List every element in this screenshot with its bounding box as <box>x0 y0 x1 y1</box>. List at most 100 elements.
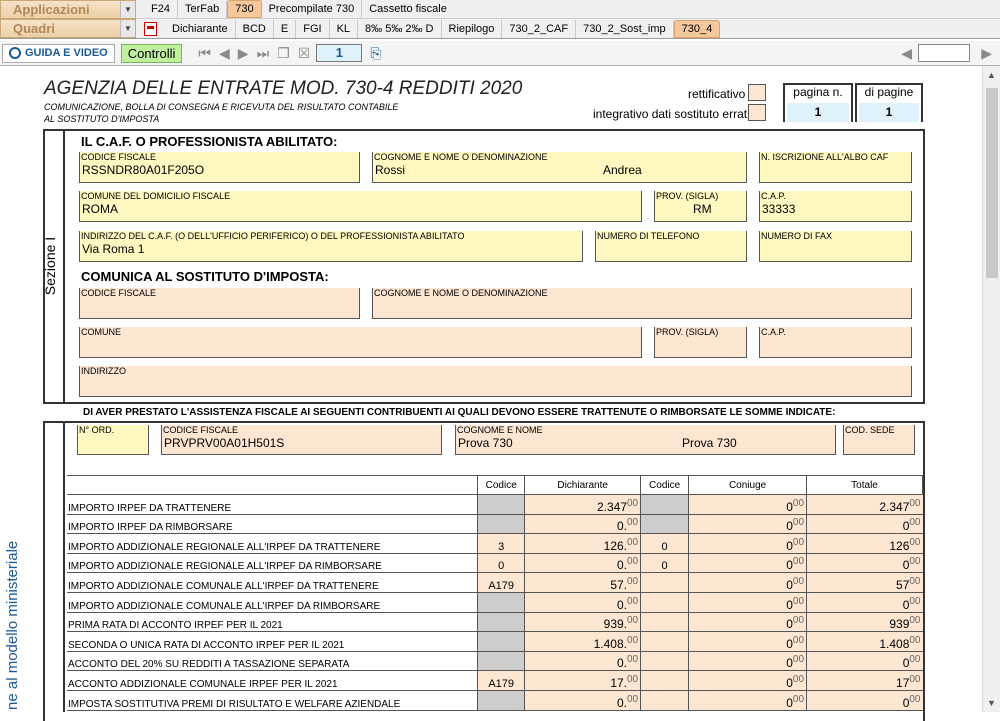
copy-page-icon[interactable]: ❐ <box>277 45 290 62</box>
sost-cf-field[interactable]: CODICE FISCALE <box>79 288 360 319</box>
codice-dichiarante-cell[interactable]: A179 <box>477 670 525 691</box>
totale-amount-cell[interactable]: 000 <box>806 690 923 711</box>
totale-amount-cell[interactable]: 1700 <box>806 670 923 691</box>
tab-e[interactable]: E <box>274 19 297 38</box>
codice-dichiarante-cell[interactable] <box>477 690 525 711</box>
coniuge-amount-cell[interactable]: 000 <box>688 651 807 672</box>
coniuge-amount-cell[interactable]: 000 <box>688 572 807 593</box>
tab-terfab[interactable]: TerFab <box>178 0 228 18</box>
codice-dichiarante-cell[interactable] <box>477 612 525 633</box>
pagina-value[interactable]: 1 <box>787 103 849 122</box>
codice-dichiarante-cell[interactable] <box>477 592 525 613</box>
codice-coniuge-cell[interactable] <box>640 651 689 672</box>
rettificativo-checkbox[interactable] <box>748 84 766 101</box>
dichiarante-amount-cell[interactable]: 0.00 <box>524 553 641 574</box>
sost-cap-field[interactable]: C.A.P. <box>759 327 912 358</box>
tab-fgi[interactable]: FGI <box>296 19 330 38</box>
totale-amount-cell[interactable]: 000 <box>806 592 923 613</box>
scroll-right-icon[interactable]: ▶ <box>981 45 992 62</box>
codice-dichiarante-cell[interactable] <box>477 514 525 535</box>
tab-f24[interactable]: F24 <box>144 0 178 18</box>
tab-riepilogo[interactable]: Riepilogo <box>442 19 503 38</box>
prev-page-icon[interactable]: ◀ <box>219 45 230 62</box>
dichiarante-amount-cell[interactable]: 0.00 <box>524 514 641 535</box>
next-page-icon[interactable]: ▶ <box>238 45 249 62</box>
coniuge-amount-cell[interactable]: 000 <box>688 494 807 515</box>
codice-coniuge-cell[interactable]: 0 <box>640 533 689 554</box>
caf-cap-field[interactable]: C.A.P. 33333 <box>759 191 912 222</box>
codice-dichiarante-cell[interactable]: A179 <box>477 572 525 593</box>
dichiarante-amount-cell[interactable]: 939.00 <box>524 612 641 633</box>
caf-prov-field[interactable]: PROV. (SIGLA) RM <box>654 191 747 222</box>
dichiarante-amount-cell[interactable]: 57.00 <box>524 572 641 593</box>
tab-730-2-caf[interactable]: 730_2_CAF <box>502 19 577 38</box>
tab-730-4[interactable]: 730_4 <box>673 19 721 38</box>
codice-coniuge-cell[interactable] <box>640 631 689 652</box>
coniuge-amount-cell[interactable]: 000 <box>688 690 807 711</box>
dichiarante-amount-cell[interactable]: 0.00 <box>524 690 641 711</box>
codice-coniuge-cell[interactable] <box>640 494 689 515</box>
tab-730-2-sost[interactable]: 730_2_Sost_imp <box>576 19 674 38</box>
integrativo-checkbox[interactable] <box>748 104 766 121</box>
sost-nome-field[interactable]: COGNOME E NOME O DENOMINAZIONE <box>372 288 912 319</box>
coniuge-amount-cell[interactable]: 000 <box>688 553 807 574</box>
quadri-menu[interactable]: Quadri ▼ <box>0 19 136 38</box>
last-page-icon[interactable]: ⏭ <box>257 45 270 62</box>
codice-coniuge-cell[interactable] <box>640 514 689 535</box>
contrib-cf-field[interactable]: CODICE FISCALE PRVPRV00A01H501S <box>161 425 442 455</box>
scroll-left-icon[interactable]: ◀ <box>901 45 912 62</box>
codice-coniuge-cell[interactable] <box>640 612 689 633</box>
applicazioni-menu[interactable]: Applicazioni ▼ <box>0 0 136 19</box>
caf-fax-field[interactable]: NUMERO DI FAX <box>759 231 912 262</box>
tab-bcd[interactable]: BCD <box>236 19 274 38</box>
codice-coniuge-cell[interactable] <box>640 670 689 691</box>
sost-prov-field[interactable]: PROV. (SIGLA) <box>654 327 747 358</box>
horizontal-scroll-box[interactable] <box>918 44 970 62</box>
codice-dichiarante-cell[interactable] <box>477 651 525 672</box>
codice-coniuge-cell[interactable]: 0 <box>640 553 689 574</box>
dichiarante-amount-cell[interactable]: 0.00 <box>524 651 641 672</box>
goto-page-icon[interactable]: ⎘ <box>370 45 381 62</box>
caf-cf-field[interactable]: CODICE FISCALE RSSNDR80A01F205O <box>79 152 360 183</box>
caf-nome-field[interactable]: COGNOME E NOME O DENOMINAZIONE Rossi Andre… <box>372 152 747 183</box>
page-number-input[interactable]: 1 <box>316 44 363 62</box>
nord-field[interactable]: N° ORD. <box>77 425 149 455</box>
contrib-nome-field[interactable]: COGNOME E NOME Prova 730 Prova 730 <box>455 425 836 455</box>
totale-amount-cell[interactable]: 2.34700 <box>806 494 923 515</box>
coniuge-amount-cell[interactable]: 000 <box>688 631 807 652</box>
totale-amount-cell[interactable]: 12600 <box>806 533 923 554</box>
caf-albo-field[interactable]: N. ISCRIZIONE ALL'ALBO CAF <box>759 152 912 183</box>
chevron-down-icon[interactable]: ▼ <box>120 20 135 37</box>
totale-amount-cell[interactable]: 1.40800 <box>806 631 923 652</box>
codice-dichiarante-cell[interactable]: 3 <box>477 533 525 554</box>
delete-page-icon[interactable]: ☒ <box>298 45 311 62</box>
codice-dichiarante-cell[interactable] <box>477 631 525 652</box>
dichiarante-amount-cell[interactable]: 17.00 <box>524 670 641 691</box>
codice-dichiarante-cell[interactable] <box>477 494 525 515</box>
dichiarante-amount-cell[interactable]: 1.408.00 <box>524 631 641 652</box>
sost-comune-field[interactable]: COMUNE <box>79 327 642 358</box>
vertical-scrollbar[interactable]: ▲ ▼ <box>982 66 1000 712</box>
caf-telefono-field[interactable]: NUMERO DI TELEFONO <box>595 231 747 262</box>
tab-precompilate[interactable]: Precompilate 730 <box>262 0 363 18</box>
caf-comune-field[interactable]: COMUNE DEL DOMICILIO FISCALE ROMA <box>79 191 642 222</box>
dichiarante-amount-cell[interactable]: 0.00 <box>524 592 641 613</box>
coniuge-amount-cell[interactable]: 000 <box>688 514 807 535</box>
codice-coniuge-cell[interactable] <box>640 572 689 593</box>
codice-coniuge-cell[interactable] <box>640 592 689 613</box>
codice-dichiarante-cell[interactable]: 0 <box>477 553 525 574</box>
coniuge-amount-cell[interactable]: 000 <box>688 612 807 633</box>
totale-amount-cell[interactable]: 93900 <box>806 612 923 633</box>
scroll-down-icon[interactable]: ▼ <box>987 698 996 708</box>
sost-indirizzo-field[interactable]: INDIRIZZO <box>79 366 912 397</box>
tab-730[interactable]: 730 <box>227 0 262 18</box>
cod-sede-field[interactable]: COD. SEDE <box>843 425 915 455</box>
tab-dichiarante[interactable]: Dichiarante <box>165 19 236 38</box>
first-page-icon[interactable]: ⏮ <box>198 45 211 62</box>
totale-amount-cell[interactable]: 000 <box>806 514 923 535</box>
chevron-down-icon[interactable]: ▼ <box>120 0 135 18</box>
controlli-button[interactable]: Controlli <box>120 43 183 63</box>
coniuge-amount-cell[interactable]: 000 <box>688 670 807 691</box>
pdf-icon[interactable] <box>144 21 157 36</box>
codice-coniuge-cell[interactable] <box>640 690 689 711</box>
